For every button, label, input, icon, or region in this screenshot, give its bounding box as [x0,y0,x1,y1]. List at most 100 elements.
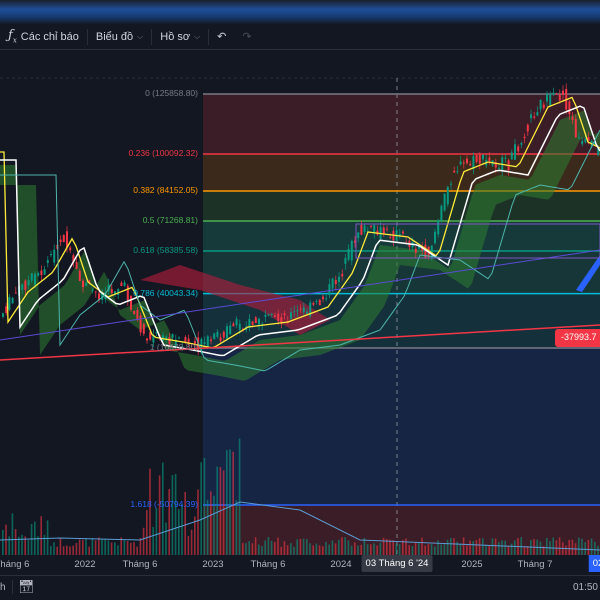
candle [488,157,491,161]
candle [34,273,36,286]
timeframe-label[interactable]: h [0,582,6,593]
volume-bar [85,538,87,555]
volume-bar [238,438,241,555]
volume-bar [370,544,372,555]
price-tag: -37993.7 [555,329,600,347]
volume-bar [277,537,279,555]
volume-bar [523,546,526,555]
candle [206,336,209,348]
top-header-bar [0,0,600,24]
indicators-button[interactable]: ƒx Các chỉ báo [0,24,87,49]
chevron-down-icon: ⌵ [194,31,201,41]
volume-bar [149,468,151,555]
volume-bar [347,540,350,555]
calendar-goto-icon[interactable]: 📅︎ [18,579,35,595]
time-axis-label: 2023 [202,559,224,570]
price-chart[interactable]: 0 (125858.80) 0.236 (100092.32) 0.382 (841… [0,50,600,555]
volume-bar [430,544,433,555]
candle [568,101,571,115]
fib-level-label: 0.618 (58385.58) [133,244,198,255]
volume-bar [306,539,308,555]
volume-bar [82,539,84,555]
fx-icon: ƒx [8,28,17,45]
volume-bar [203,457,206,555]
candle [37,272,40,276]
candle [235,319,238,326]
candle [322,296,324,300]
time-axis-label: Tháng 6 [250,559,286,570]
volume-bar [440,544,442,555]
time-axis-label: 2025 [461,559,483,570]
profile-menu-button[interactable]: Hồ sơ ⌵ [152,24,208,49]
fib-zone [203,348,600,505]
chart-canvas[interactable] [0,50,600,555]
volume-bar [283,541,286,555]
redo-icon: ↷ [242,31,252,43]
candle [341,273,344,277]
candle [558,94,561,101]
volume-bar [152,526,154,555]
volume-bar [264,540,266,555]
candle [216,331,219,337]
volume-bar [450,537,452,555]
candle [555,93,558,95]
volume-bar [427,544,430,555]
candle [46,260,49,263]
candle [315,300,318,302]
candle [85,282,88,286]
candle [27,280,30,286]
volume-bar [40,516,42,555]
redo-button[interactable]: ↷ [234,24,259,49]
candle [453,170,456,173]
candle [549,94,552,106]
volume-bar [242,543,244,555]
volume-bar [181,504,183,555]
candle [533,116,536,118]
candle [446,186,449,205]
undo-button[interactable]: ↶ [209,24,234,49]
time-axis-label: Tháng 6 [122,559,158,570]
candle [312,302,315,305]
candle [584,138,587,143]
volume-bar [8,536,10,555]
candle [142,323,145,334]
fib-level-label: 1 (16678.80) [149,342,198,353]
chart-menu-button[interactable]: Biểu đồ ⌵ [88,24,151,49]
volume-bar [123,540,126,555]
candle [130,296,132,310]
volume-bar [392,540,394,555]
candle [546,94,548,102]
volume-bar [190,529,193,555]
candle [5,306,8,314]
candle [2,313,4,317]
candle [264,314,267,317]
volume-bar [187,536,190,555]
candle [530,114,532,119]
candle [523,136,526,139]
volume-bar [299,538,302,555]
candle [254,317,257,324]
candle [386,228,388,230]
volume-bar [53,542,55,555]
volume-bar [408,545,410,555]
candle [325,298,328,300]
time-axis[interactable]: Tháng 6 2022 Tháng 6 2023 Tháng 6 2024 2… [0,555,600,575]
volume-bar [568,539,570,555]
candle [146,338,148,341]
candle [520,143,523,145]
volume-bar [331,540,334,555]
volume-bar [210,491,212,555]
volume-bar [466,545,468,555]
candle [219,337,222,341]
candle [232,323,235,327]
candle [344,257,347,264]
volume-bar [594,541,596,555]
volume-bar [174,473,177,555]
chart-toolbar: ƒx Các chỉ báo Biểu đồ ⌵ Hồ sơ ⌵ ↶ ↷ [0,24,600,50]
candle [334,279,337,285]
volume-bar [338,539,340,555]
volume-bar [229,449,231,555]
candle [139,315,142,333]
volume-bar [91,537,94,555]
candle [50,254,52,256]
